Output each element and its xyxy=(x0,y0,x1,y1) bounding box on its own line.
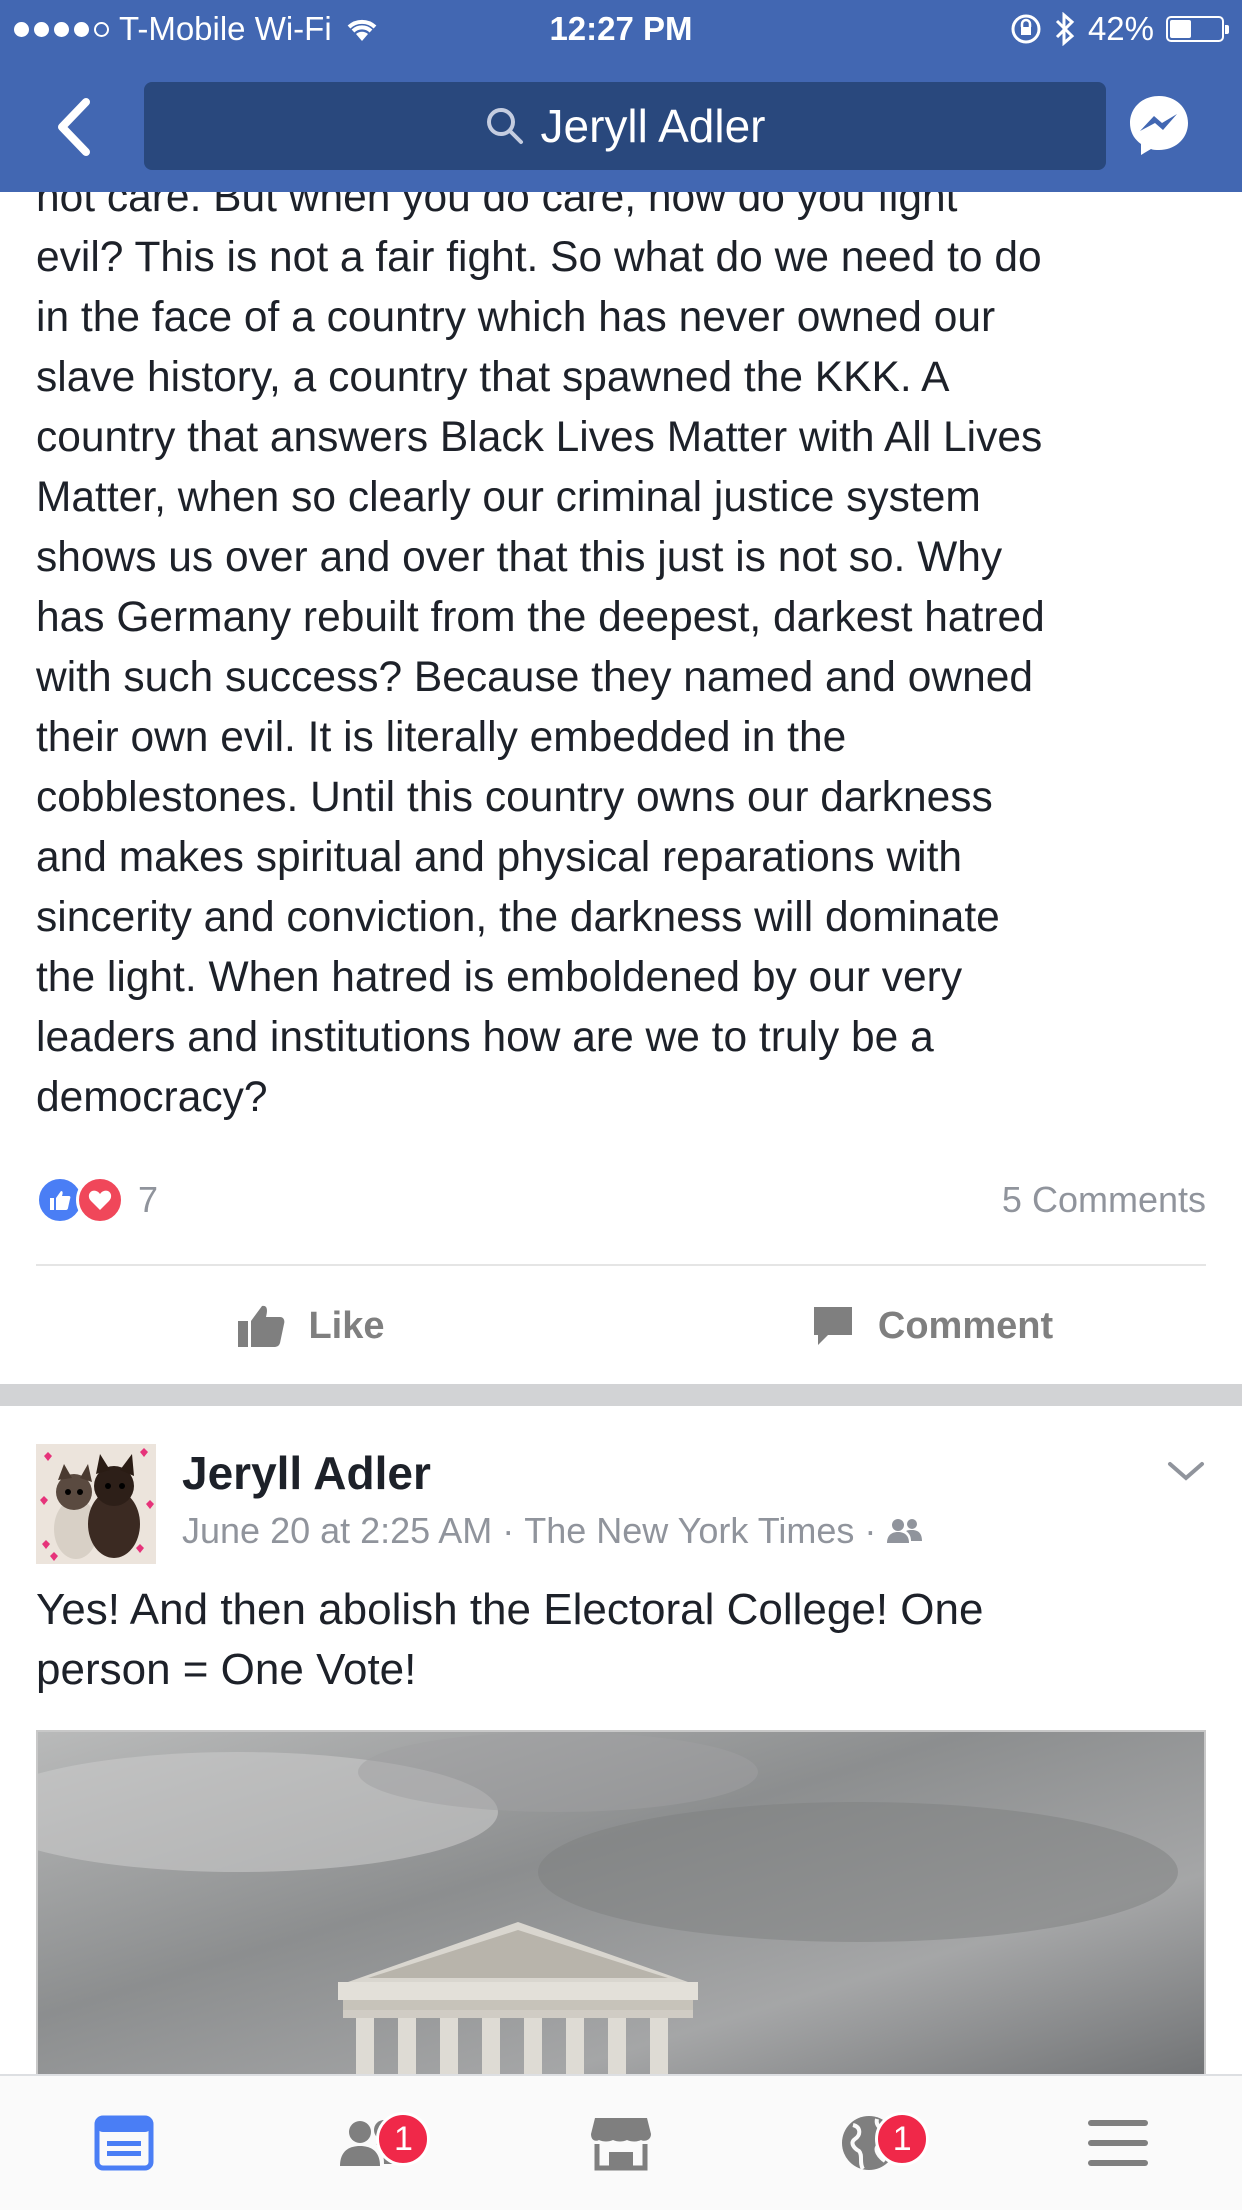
post-timestamp[interactable]: June 20 at 2:25 AM xyxy=(182,1510,492,1552)
bluetooth-icon xyxy=(1055,12,1075,46)
post-source[interactable]: The New York Times xyxy=(524,1510,854,1552)
comment-bubble-icon xyxy=(813,1307,852,1345)
post-text-line: in the face of a country which has never… xyxy=(36,294,996,341)
search-bar[interactable]: Jeryll Adler xyxy=(144,82,1106,170)
reaction-count: 7 xyxy=(138,1179,159,1220)
friends-audience-icon xyxy=(887,1519,923,1543)
post-text-line: evil? This is not a fair fight. So what … xyxy=(36,234,1042,281)
menu-icon xyxy=(1087,2120,1148,2166)
post-text-line: shows us over and over that this just is… xyxy=(36,534,1003,581)
post-actions: Like Comment xyxy=(0,1268,1242,1384)
friend-requests-badge: 1 xyxy=(376,2112,431,2166)
post-text-line: country that answers Black Lives Matter … xyxy=(36,414,1043,461)
post2-line: person = One Vote! xyxy=(36,1645,417,1694)
post-text-line: their own evil. It is literally embedded… xyxy=(36,714,847,761)
meta-separator: · xyxy=(502,1510,515,1551)
post-text-line: leaders and institutions how are we to t… xyxy=(36,1014,934,1061)
search-query: Jeryll Adler xyxy=(540,100,766,152)
meta-separator-2: · xyxy=(864,1510,877,1551)
post-text-line: the light. When hatred is emboldened by … xyxy=(36,954,963,1001)
post-text-line: democracy? xyxy=(36,1074,268,1121)
tab-notifications[interactable]: 1 xyxy=(745,2076,993,2210)
top-bar: T-Mobile Wi-Fi 12:27 PM 42% Jeryll Adler xyxy=(0,0,1242,192)
reactions-summary[interactable]: 7 5 Comments xyxy=(36,1170,1206,1230)
battery-percent: 42% xyxy=(1087,10,1154,47)
back-chevron-icon[interactable] xyxy=(48,92,108,162)
post-text-line: and makes spiritual and physical reparat… xyxy=(36,834,963,881)
comments-count-link[interactable]: 5 Comments xyxy=(1002,1179,1206,1221)
feed-separator xyxy=(0,1384,1242,1406)
chevron-down-icon[interactable] xyxy=(1166,1456,1206,1486)
thumbs-up-icon xyxy=(238,1305,285,1347)
rotation-lock-icon xyxy=(1011,14,1041,44)
tab-marketplace[interactable] xyxy=(497,2076,745,2210)
comment-label: Comment xyxy=(877,1304,1054,1347)
bottom-tab-bar: 1 1 xyxy=(0,2074,1242,2210)
messenger-icon[interactable] xyxy=(1126,92,1192,158)
avatar[interactable] xyxy=(36,1444,156,1564)
post-author-name[interactable]: Jeryll Adler xyxy=(182,1446,431,1500)
tab-friend-requests[interactable]: 1 xyxy=(248,2076,496,2210)
post-text-line: with such success? Because they named an… xyxy=(36,654,1033,701)
like-label: Like xyxy=(308,1304,385,1347)
post-text-line: cobblestones. Until this country owns ou… xyxy=(36,774,993,821)
love-reaction-icon xyxy=(76,1176,124,1224)
post-text-line: Matter, when so clearly our criminal jus… xyxy=(36,474,981,521)
post-text-line: has Germany rebuilt from the deepest, da… xyxy=(36,594,1045,641)
news-feed-icon xyxy=(94,2115,154,2171)
post-text-line: sincerity and conviction, the darkness w… xyxy=(36,894,1000,941)
status-right: 42% xyxy=(1010,10,1229,48)
comment-button[interactable]: Comment xyxy=(621,1268,1242,1384)
like-button[interactable]: Like xyxy=(0,1268,621,1384)
nav-row: Jeryll Adler xyxy=(0,82,1242,172)
post2-line: Yes! And then abolish the Electoral Coll… xyxy=(36,1585,984,1634)
notifications-badge: 1 xyxy=(875,2112,930,2166)
battery-icon xyxy=(1166,16,1229,42)
search-icon xyxy=(486,108,523,144)
status-bar: T-Mobile Wi-Fi 12:27 PM 42% xyxy=(0,0,1242,62)
tab-menu[interactable] xyxy=(994,2076,1242,2210)
post-link-image[interactable] xyxy=(36,1730,1206,2090)
tab-news-feed[interactable] xyxy=(0,2076,248,2210)
post-meta: June 20 at 2:25 AM · The New York Times … xyxy=(182,1510,924,1552)
post-body-text: not care. But when you do care, how do y… xyxy=(36,168,1216,1128)
divider xyxy=(36,1264,1206,1266)
marketplace-icon xyxy=(591,2118,652,2171)
post-body-text-2: Yes! And then abolish the Electoral Coll… xyxy=(36,1580,1206,1700)
post-text-line: slave history, a country that spawned th… xyxy=(36,354,950,401)
